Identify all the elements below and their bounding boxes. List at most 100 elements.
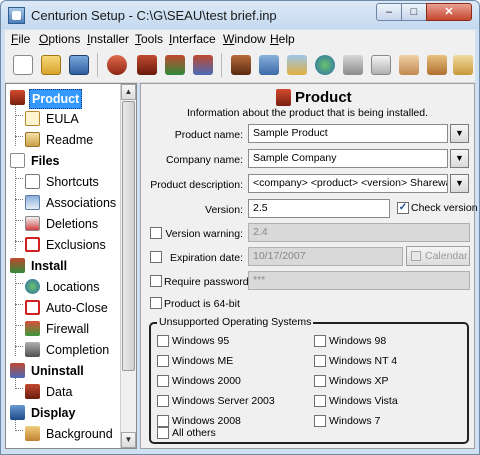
tree-connector [15,388,23,389]
version-input[interactable]: 2.5 [248,199,390,218]
version-warning-label: Version warning: [165,228,243,240]
save-package-button[interactable] [257,53,281,77]
publish-button[interactable] [285,53,309,77]
company-name-input[interactable]: Sample Company [248,149,448,168]
unsupported-os-title: Unsupported Operating Systems [157,316,314,328]
calendar-button[interactable]: Calendar [406,246,470,266]
os-checkbox-windows-vista[interactable] [314,395,326,407]
menu-help[interactable]: Help [270,32,295,46]
tree-item-label: Shortcuts [46,175,99,189]
maximize-button[interactable]: □ [401,3,427,21]
tree-scrollbar[interactable]: ▲ ▼ [120,84,136,448]
menu-interface-label: Interface [169,32,216,46]
handshake-button[interactable] [397,53,421,77]
os-checkbox-windows-2000[interactable] [157,375,169,387]
menu-options[interactable]: Options [39,32,80,46]
tree-item-product[interactable]: Product [10,88,120,109]
handshake-icon [399,55,419,75]
tree-item-install[interactable]: Install [10,256,120,276]
build-options-button[interactable] [191,53,215,77]
os-checkbox-windows-xp[interactable] [314,375,326,387]
os-checkbox-windows-nt4[interactable] [314,355,326,367]
tree-item-files[interactable]: Files [10,151,120,171]
publish-icon [287,55,307,75]
toolbar-separator [97,53,98,77]
password-input[interactable]: *** [248,271,470,290]
scroll-down-arrow-icon[interactable]: ▼ [121,432,136,448]
scrollbar-thumb[interactable] [122,101,135,371]
compile-button[interactable] [229,53,253,77]
title-bar[interactable]: Centurion Setup - C:\G\SEAU\test brief.i… [1,1,479,29]
tree-item-label: Product [29,89,83,109]
copy-button[interactable] [369,53,393,77]
close-button[interactable]: ✕ [426,3,472,21]
minimize-button[interactable]: – [376,3,402,21]
navigation-tree[interactable]: Product EULA Readme Files Shortcuts Asso… [5,83,137,449]
menu-tools[interactable]: Tools [135,32,163,46]
install-icon [10,258,25,273]
menu-file[interactable]: File [11,32,30,46]
tree-item-firewall[interactable]: Firewall [25,319,120,339]
tree-item-eula[interactable]: EULA [25,109,120,129]
exclusions-icon [25,237,40,252]
require-password-checkbox[interactable] [150,275,162,287]
expiration-date-input[interactable]: 10/17/2007 [248,247,403,266]
tree-item-shortcuts[interactable]: Shortcuts [25,172,120,192]
calendar-button-label: Calendar [425,250,468,262]
expiration-date-label: Expiration date: [170,252,243,264]
save-button[interactable] [67,53,91,77]
menu-installer[interactable]: Installer [87,32,129,46]
os-label: Windows 2008 [172,415,241,427]
open-button[interactable] [39,53,63,77]
tree-item-background[interactable]: Background [25,424,120,444]
menu-bar: File Options Installer Tools Interface W… [5,30,475,48]
build-button[interactable] [105,53,129,77]
tree-item-locations[interactable]: Locations [25,277,120,297]
os-checkbox-windows-server-2003[interactable] [157,395,169,407]
tree-item-auto-close[interactable]: Auto-Close [25,298,120,318]
tree-item-completion[interactable]: Completion [25,340,120,360]
os-checkbox-windows-95[interactable] [157,335,169,347]
lock-button[interactable] [341,53,365,77]
tree-connector [15,430,23,431]
build-test-button[interactable] [163,53,187,77]
tree-item-associations[interactable]: Associations [25,193,120,213]
company-name-dropdown-icon[interactable]: ▼ [450,149,469,168]
completion-icon [25,342,40,357]
build-test-icon [165,55,185,75]
tree-item-exclusions[interactable]: Exclusions [25,235,120,255]
new-button[interactable] [11,53,35,77]
check-version-checkbox[interactable]: ✓ [397,202,409,214]
os-checkbox-windows-98[interactable] [314,335,326,347]
product-name-dropdown-icon[interactable]: ▼ [450,124,469,143]
os-checkbox-windows-2008[interactable] [157,415,169,427]
menu-window[interactable]: Window [223,32,266,46]
data-icon [25,384,40,399]
os-checkbox-all-others[interactable] [157,427,169,439]
product-64bit-checkbox[interactable] [150,297,162,309]
version-warning-input[interactable]: 2.4 [248,223,470,242]
os-checkbox-windows-me[interactable] [157,355,169,367]
version-label: Version: [205,204,243,216]
menu-interface[interactable]: Interface [169,32,216,46]
os-checkbox-windows-7[interactable] [314,415,326,427]
build-run-button[interactable] [135,53,159,77]
script-button[interactable] [451,53,475,77]
script-icon [453,55,473,75]
web-button[interactable] [313,53,337,77]
os-label: Windows XP [329,375,389,387]
tree-item-display[interactable]: Display [10,403,120,423]
tree-item-readme[interactable]: Readme [25,130,120,150]
tree-item-uninstall[interactable]: Uninstall [10,361,120,381]
tools-button[interactable] [425,53,449,77]
product-name-input[interactable]: Sample Product [248,124,448,143]
product-description-dropdown-icon[interactable]: ▼ [450,174,469,193]
firewall-icon [25,321,40,336]
scroll-up-arrow-icon[interactable]: ▲ [121,84,136,100]
os-label: All others [172,427,216,439]
calendar-icon [411,251,421,261]
tree-item-data[interactable]: Data [25,382,120,402]
build-icon [107,55,127,75]
product-description-input[interactable]: <company> <product> <version> Shareware … [248,174,448,193]
tree-item-deletions[interactable]: Deletions [25,214,120,234]
